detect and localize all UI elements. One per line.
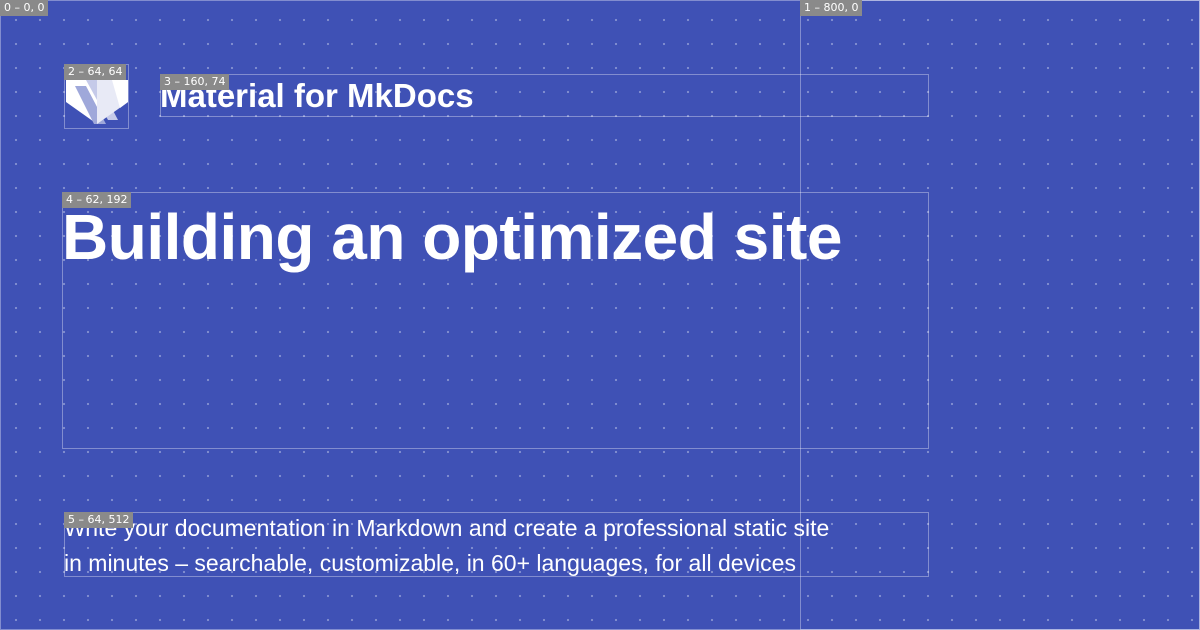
debug-label: 4 – 62, 192 [62, 192, 132, 208]
debug-box-site-title: 3 – 160, 74 [160, 74, 929, 117]
debug-label: 3 – 160, 74 [160, 74, 230, 90]
debug-label: 2 – 64, 64 [64, 64, 127, 80]
debug-label: 1 – 800, 0 [800, 0, 863, 16]
debug-box-logo: 2 – 64, 64 [64, 64, 129, 129]
debug-label: 5 – 64, 512 [64, 512, 134, 528]
debug-box-headline: 4 – 62, 192 [62, 192, 929, 449]
debug-label: 0 – 0, 0 [0, 0, 49, 16]
debug-box-description: 5 – 64, 512 [64, 512, 929, 577]
